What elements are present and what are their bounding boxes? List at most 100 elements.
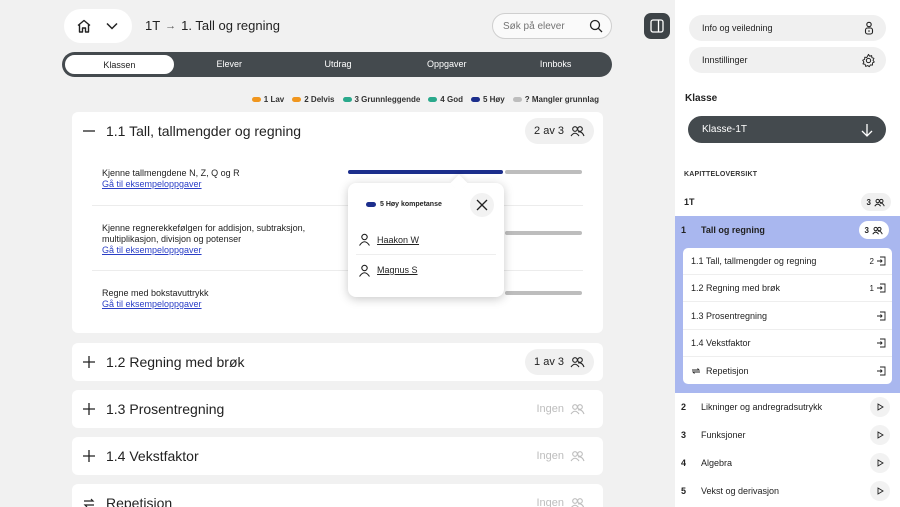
subchapter-item[interactable]: 1.4 Vekstfaktor — [683, 330, 892, 357]
play-icon[interactable] — [870, 397, 890, 417]
section-header[interactable]: 1.1 Tall, tallmengder og regning — [82, 112, 301, 150]
settings-button[interactable]: Innstillinger — [689, 47, 886, 73]
popover-header: 5 Høy kompetanse — [366, 201, 442, 208]
search-icon[interactable] — [589, 19, 603, 33]
section-header[interactable]: 1.3 Prosentregning — [82, 390, 224, 428]
chapter-item[interactable]: 3 Funksjoner — [675, 421, 900, 449]
tab-utdrag[interactable]: Utdrag — [284, 54, 393, 75]
chapter-item[interactable]: 4 Algebra — [675, 449, 900, 477]
active-chapter-row[interactable]: 1 Tall og regning 3 — [681, 218, 891, 242]
section-header[interactable]: 1.4 Vekstfaktor — [82, 437, 199, 475]
breadcrumb-arrow-icon: → — [165, 19, 177, 32]
user-icon — [359, 264, 370, 277]
close-button[interactable] — [470, 193, 494, 217]
group-icon — [874, 198, 885, 206]
popover-title: 5 Høy kompetanse — [380, 201, 442, 208]
expand-icon[interactable] — [82, 449, 96, 463]
info-button[interactable]: Info og veiledning — [689, 15, 886, 41]
subchapter-item[interactable]: Repetisjon — [683, 357, 892, 384]
collapse-icon[interactable] — [82, 124, 96, 138]
search-input[interactable] — [503, 20, 583, 32]
enter-icon — [877, 283, 886, 293]
subchapter-list: 1.1 Tall, tallmengder og regning 2 1.2 R… — [683, 248, 892, 384]
legend-swatch — [366, 202, 376, 207]
section-title: 1.3 Prosentregning — [106, 401, 225, 417]
section-card-1-1: 1.1 Tall, tallmengder og regning 2 av 3 … — [72, 112, 603, 333]
legend-item: ? Mangler grunnlag — [512, 95, 599, 104]
divider — [92, 270, 583, 271]
section-count-badge: Ingen — [527, 490, 594, 507]
section-title: Repetisjon — [106, 495, 173, 507]
progress-bar-missing — [505, 170, 582, 174]
legend-item: 1 Lav — [251, 95, 284, 104]
competence-legend: 1 Lav 2 Delvis 3 Grunnleggende 4 God 5 H… — [251, 95, 599, 104]
student-link[interactable]: Magnus S — [377, 265, 418, 275]
close-icon — [476, 199, 488, 211]
section-title: 1.2 Regning med brøk — [106, 354, 245, 370]
goal-item: Kjenne regnerekkefølgen for addisjon, su… — [102, 223, 322, 256]
toggle-sidebar-button[interactable] — [644, 13, 670, 39]
legend-swatch — [428, 97, 438, 102]
section-header[interactable]: 1.2 Regning med brøk — [82, 343, 245, 381]
tab-innboks[interactable]: Innboks — [501, 54, 610, 75]
tab-elever[interactable]: Elever — [175, 54, 284, 75]
legend-item: 3 Grunnleggende — [342, 95, 420, 104]
search-box[interactable] — [492, 13, 612, 39]
class-row[interactable]: 1T 3 — [675, 190, 900, 214]
example-tasks-link[interactable]: Gå til eksempeloppgaver — [102, 179, 240, 190]
active-chapter-block: 1 Tall og regning 3 1.1 Tall, tallmengde… — [675, 216, 900, 393]
section-card-repetisjon: Repetisjon Ingen — [72, 484, 603, 507]
section-card-1-4: 1.4 Vekstfaktor Ingen — [72, 437, 603, 475]
repeat-icon — [83, 498, 95, 507]
divider — [92, 205, 583, 206]
group-icon — [570, 451, 585, 462]
breadcrumb-class[interactable]: 1T — [145, 18, 160, 33]
info-person-icon — [862, 21, 876, 35]
student-row[interactable]: Magnus S — [356, 255, 496, 285]
enter-icon — [877, 256, 886, 266]
play-icon[interactable] — [870, 453, 890, 473]
section-count-badge: Ingen — [527, 443, 594, 469]
section-count-badge[interactable]: 2 av 3 — [525, 118, 594, 144]
sidebar-panel-icon — [650, 19, 664, 33]
goal-item: Kjenne tallmengdene N, Z, Q og R Gå til … — [102, 168, 240, 190]
play-icon[interactable] — [870, 425, 890, 445]
expand-icon[interactable] — [82, 355, 96, 369]
user-icon — [359, 233, 370, 246]
legend-item: 5 Høy — [470, 95, 505, 104]
legend-item: 4 God — [428, 95, 463, 104]
group-icon — [872, 226, 883, 234]
gear-icon — [861, 53, 876, 68]
group-icon — [571, 498, 585, 507]
legend-swatch — [470, 97, 480, 102]
section-title: 1.4 Vekstfaktor — [106, 448, 199, 464]
tab-klassen[interactable]: Klassen — [64, 54, 175, 75]
chapter-item[interactable]: 5 Vekst og derivasjon — [675, 477, 900, 505]
right-sidebar: Info og veiledning Innstillinger Klasse … — [675, 0, 900, 507]
section-count-badge: Ingen — [527, 396, 594, 422]
progress-bar-high — [348, 170, 503, 174]
play-icon[interactable] — [870, 481, 890, 501]
section-card-1-3: 1.3 Prosentregning Ingen — [72, 390, 603, 428]
tab-oppgaver[interactable]: Oppgaver — [392, 54, 501, 75]
legend-swatch — [342, 97, 352, 102]
section-count-badge[interactable]: 1 av 3 — [525, 349, 594, 375]
subchapter-item[interactable]: 1.2 Regning med brøk 1 — [683, 275, 892, 302]
expand-icon[interactable] — [82, 402, 96, 416]
chapter-item[interactable]: 2 Likninger og andregradsutrykk — [675, 393, 900, 421]
subchapter-item[interactable]: 1.1 Tall, tallmengder og regning 2 — [683, 248, 892, 275]
breadcrumb-chapter: 1. Tall og regning — [181, 18, 280, 33]
arrow-down-icon — [860, 123, 874, 137]
section-header[interactable]: Repetisjon — [82, 484, 172, 507]
example-tasks-link[interactable]: Gå til eksempeloppgaver — [102, 245, 322, 256]
class-select[interactable]: Klasse-1T — [688, 116, 886, 143]
student-row[interactable]: Haakon W — [356, 225, 496, 255]
chapter-overview-heading: KAPITTELOVERSIKT — [684, 171, 758, 178]
subchapter-item[interactable]: 1.3 Prosentregning — [683, 303, 892, 330]
chevron-down-icon[interactable] — [101, 15, 123, 37]
tab-bar: Klassen Elever Utdrag Oppgaver Innboks — [62, 52, 612, 77]
home-icon[interactable] — [73, 15, 95, 37]
student-link[interactable]: Haakon W — [377, 235, 419, 245]
example-tasks-link[interactable]: Gå til eksempeloppgaver — [102, 299, 209, 310]
count-badge: 3 — [860, 193, 891, 211]
